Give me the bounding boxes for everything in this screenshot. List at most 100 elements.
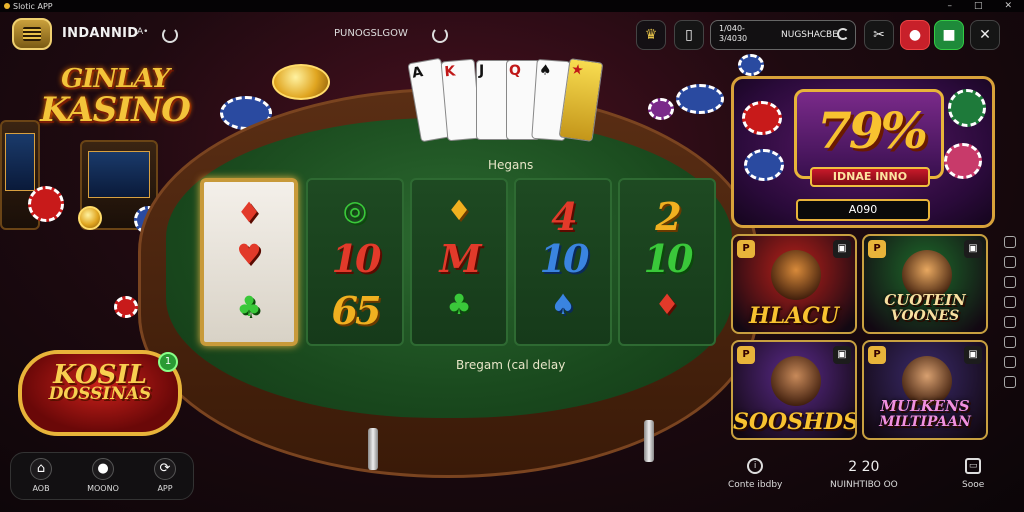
side-indicator[interactable]: [1004, 376, 1016, 388]
center-label: PUNOGSLGOW: [334, 28, 408, 39]
slot-reel-1[interactable]: ♦ ♥ ♣: [200, 178, 298, 346]
reel-symbol: ♦: [446, 194, 472, 227]
reel-symbol: 10: [539, 236, 590, 281]
reel-symbol: 65: [331, 288, 382, 333]
reel-symbol: ♠: [550, 288, 576, 321]
side-indicator[interactable]: [1004, 276, 1016, 288]
minimize-icon[interactable]: –: [947, 1, 952, 11]
side-indicator[interactable]: [1004, 316, 1016, 328]
game-tile-1[interactable]: P ▣ HLACU: [731, 234, 857, 334]
bottom-nav: ⌂ AOB ● MOONO ⟳ APP: [10, 452, 194, 500]
balance-label-2: 3/4030: [719, 34, 748, 43]
refresh-icon[interactable]: [162, 27, 178, 43]
favorite-icon[interactable]: ▣: [964, 240, 982, 258]
record-button[interactable]: ●: [900, 20, 930, 50]
provider-badge: P: [737, 346, 755, 364]
provider-badge: P: [868, 240, 886, 258]
poker-chip-icon: [948, 89, 986, 127]
bottom-right-number: 2 20: [848, 459, 880, 475]
favorite-icon[interactable]: ▣: [964, 346, 982, 364]
menu-icon: [23, 27, 41, 41]
promo-badge[interactable]: 1: [158, 352, 178, 372]
playing-card: J: [476, 60, 510, 140]
brand-suffix: A•: [137, 27, 149, 37]
promo-line-2: DOSSINAS: [48, 384, 152, 404]
poker-chip-icon: [742, 101, 782, 135]
balance-box[interactable]: 1/040- 3/4030 NUGSHACBE: [710, 20, 856, 50]
slot-reel-5[interactable]: 2 10 ♦: [618, 178, 716, 346]
jackpot-panel[interactable]: 79% IDNAE INNO A090: [731, 76, 995, 228]
vip-button[interactable]: ♛: [636, 20, 666, 50]
reel-symbol: 10: [643, 236, 694, 281]
game-title: HLACU: [733, 303, 855, 329]
game-tile-3[interactable]: P ▣ SOOSHDS: [731, 340, 857, 440]
casino-app-window: Slotic APP – □ ✕ INDANNID A• PUNOGSLGOW …: [0, 0, 1024, 512]
game-title-line-2: VOONES: [890, 308, 960, 324]
game-title-line-1: HLACU: [748, 303, 840, 329]
chip-icon: ●: [92, 458, 114, 480]
reel-symbol: 10: [331, 236, 382, 281]
table-label-top-text: Hegans: [488, 158, 534, 172]
bottom-right-contact[interactable]: i Conte ibdby: [728, 458, 782, 490]
slot-reel-2[interactable]: ◎ 10 65: [306, 178, 404, 346]
bottom-right-label: Sooe: [962, 480, 985, 490]
app-label: Slotic APP: [13, 1, 53, 11]
balance-value: NUGSHACBE: [781, 30, 838, 40]
nav-label: APP: [157, 484, 173, 493]
bottom-right-more[interactable]: ▭ Sooe: [962, 458, 984, 490]
reel-symbol: ♦: [654, 288, 680, 321]
provider-badge: P: [868, 346, 886, 364]
jackpot-subtitle: IDNAE INNO: [810, 167, 930, 187]
reel-symbol: M: [439, 236, 481, 281]
reel-symbol: ♦: [236, 196, 262, 229]
app-icon: ⟳: [154, 458, 176, 480]
side-indicator[interactable]: [1004, 356, 1016, 368]
nav-item-app[interactable]: ⟳ APP: [139, 453, 191, 501]
maximize-icon[interactable]: □: [974, 1, 983, 11]
home-icon: ⌂: [30, 458, 52, 480]
balance-labels: 1/040- 3/4030: [719, 24, 747, 44]
side-indicator[interactable]: [1004, 236, 1016, 248]
reel-symbol: 2: [655, 194, 681, 239]
slot-reel-4[interactable]: 4 10 ♠: [514, 178, 612, 346]
sync-icon[interactable]: [432, 27, 448, 43]
poker-chip-icon: [944, 143, 982, 179]
bottom-right-stats: 2 20 NUINHTIBO OO: [830, 460, 898, 490]
favorite-icon[interactable]: ▣: [833, 240, 851, 258]
exit-button[interactable]: ✕: [970, 20, 1000, 50]
gold-coin-icon: [78, 206, 102, 230]
close-icon[interactable]: ✕: [1004, 1, 1012, 11]
poker-chip-icon: [744, 149, 784, 181]
favorite-icon[interactable]: ▣: [833, 346, 851, 364]
stop-button[interactable]: ■: [934, 20, 964, 50]
side-scroll-indicators: [1004, 236, 1020, 388]
slot-reel-3[interactable]: ♦ M ♣: [410, 178, 508, 346]
top-bar: INDANNID A• PUNOGSLGOW ♛ ▯ 1/040- 3/4030…: [0, 14, 1024, 54]
casino-logo: GINLAY KASINO: [30, 64, 200, 159]
reel-symbol: 4: [551, 194, 577, 239]
game-title-line-1: CUOTEIN: [884, 291, 966, 309]
reel-symbol: ◎: [342, 194, 368, 227]
poker-chip-icon: [114, 296, 138, 318]
poker-chip-icon: [648, 98, 674, 120]
menu-button[interactable]: [12, 18, 52, 50]
nav-item-home[interactable]: ⌂ AOB: [15, 453, 67, 501]
game-tile-4[interactable]: P ▣ MULKENS MILTIPAAN: [862, 340, 988, 440]
nav-item-chips[interactable]: ● MOONO: [77, 453, 129, 501]
nav-label: MOONO: [87, 484, 119, 493]
jackpot-amount: A090: [796, 199, 930, 221]
side-indicator[interactable]: [1004, 336, 1016, 348]
reel-symbol: ♣: [236, 290, 262, 323]
card-fan-decoration: A K J Q ♠ ★: [407, 57, 610, 152]
wallet-button[interactable]: ▯: [674, 20, 704, 50]
side-indicator[interactable]: [1004, 296, 1016, 308]
side-indicator[interactable]: [1004, 256, 1016, 268]
game-title: SOOSHDS: [733, 411, 855, 433]
game-tile-2[interactable]: P ▣ CUOTEIN VOONES: [862, 234, 988, 334]
balance-refresh-icon[interactable]: [837, 28, 849, 40]
gold-coin-icon: [272, 64, 330, 100]
info-icon: i: [747, 458, 764, 474]
tools-button[interactable]: ✂: [864, 20, 894, 50]
grid-icon: ▭: [965, 458, 982, 474]
character-art: [771, 250, 821, 300]
